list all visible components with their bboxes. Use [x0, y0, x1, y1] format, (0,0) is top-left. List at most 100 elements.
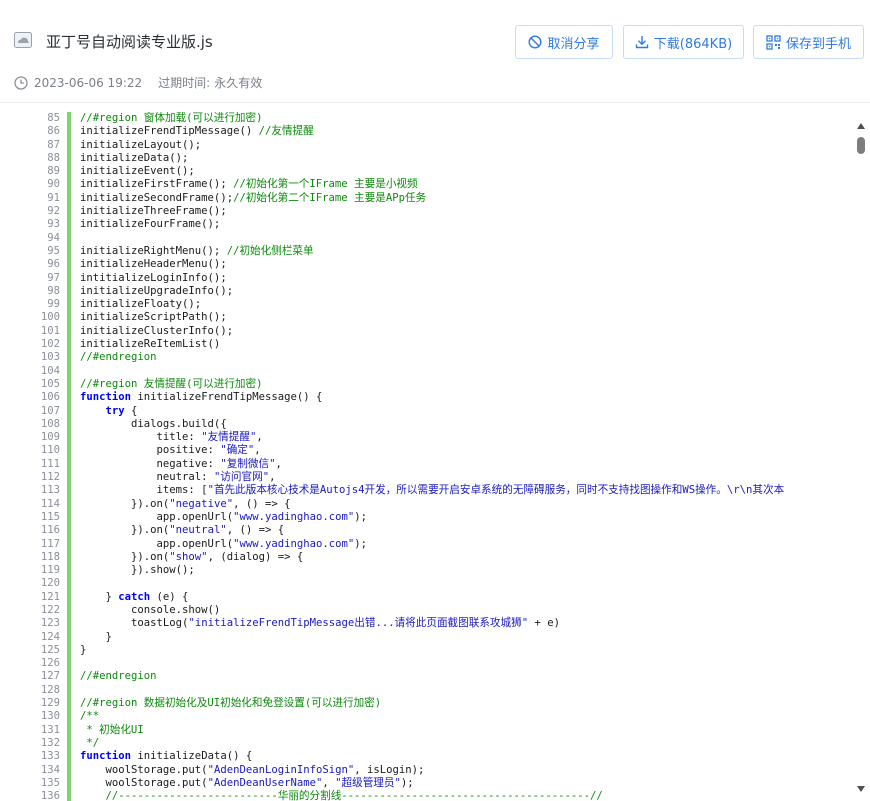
change-marker: [67, 497, 71, 511]
code-text: //#region 窗体加载(可以进行加密): [80, 112, 263, 124]
code-text: */: [80, 736, 100, 749]
change-marker: [67, 324, 71, 339]
line-number: 107: [40, 404, 60, 417]
change-marker: [67, 603, 71, 618]
code-line: 122 console.show(): [5, 603, 851, 618]
code-line: 106 function initializeFrendTipMessage() …: [5, 391, 851, 405]
code-line: 102 initializeReItemList(): [5, 338, 851, 352]
change-marker: [67, 723, 71, 737]
line-number: 90: [47, 178, 60, 191]
code-line: 112 neutral: "访问官网",: [5, 471, 851, 485]
cancel-share-button[interactable]: 取消分享: [515, 25, 613, 59]
change-marker: [67, 750, 71, 764]
code-line: 129 //#region 数据初始化及UI初始化和免登设置(可以进行加密): [5, 697, 851, 711]
file-header: 亚丁号自动阅读专业版.js 2023-06-06 19:22 过期时间: 永久有…: [0, 0, 870, 103]
code-line: 115 app.openUrl("www.yadinghao.com");: [5, 510, 851, 525]
change-marker: [67, 351, 71, 365]
scroll-up-arrow-icon[interactable]: [857, 123, 865, 129]
change-marker: [67, 284, 71, 299]
line-number: 93: [47, 218, 60, 231]
line-number: 119: [40, 564, 60, 577]
line-number: 117: [40, 537, 60, 550]
change-marker: [67, 457, 71, 472]
line-number: 113: [40, 484, 60, 497]
code-text: initializeFrendTipMessage() //友情提醒: [80, 125, 314, 138]
code-line: 127 //#endregion: [5, 670, 851, 684]
line-number: 121: [40, 590, 60, 603]
download-button[interactable]: 下载(864KB): [623, 25, 744, 59]
change-marker: [67, 736, 71, 751]
code-text: items: ["首先此版本核心技术是Autojs4开发，所以需要开启安卓系统的…: [80, 484, 785, 497]
line-number: 104: [40, 364, 60, 377]
change-marker: [67, 630, 71, 644]
code-text: intitializeLoginInfo();: [80, 271, 227, 284]
vertical-scrollbar[interactable]: [853, 108, 870, 801]
scrollbar-thumb[interactable]: [857, 137, 865, 154]
line-number: 96: [47, 258, 60, 271]
save-to-phone-button[interactable]: 保存到手机: [753, 25, 864, 59]
qr-code-icon: [766, 34, 781, 50]
scroll-down-arrow-icon[interactable]: [857, 786, 865, 792]
code-line: 109 title: "友情提醒",: [5, 431, 851, 445]
change-marker: [67, 271, 71, 285]
code-line: 98 initializeUpgradeInfo();: [5, 284, 851, 299]
download-icon: [635, 36, 648, 49]
change-marker: [67, 391, 71, 405]
code-line: 97 intitializeLoginInfo();: [5, 271, 851, 285]
change-marker: [67, 231, 71, 245]
clock-icon: [14, 75, 28, 90]
expire-label: 过期时间:: [158, 76, 211, 90]
change-marker: [67, 670, 71, 684]
code-text: }).on("show", (dialog) => {: [80, 550, 304, 563]
code-text: console.show(): [80, 603, 221, 616]
share-date: 2023-06-06 19:22: [34, 75, 143, 90]
line-number: 122: [40, 603, 60, 616]
change-marker: [67, 364, 71, 378]
code-line: 90 initializeFirstFrame(); //初始化第一个IFrame…: [5, 178, 851, 192]
change-marker: [67, 590, 71, 604]
code-text: initializeData();: [80, 151, 189, 164]
line-number: 116: [40, 524, 60, 537]
code-text: //#region 友情提醒(可以进行加密): [80, 377, 263, 390]
line-number: 91: [47, 191, 60, 204]
change-marker: [67, 417, 71, 432]
code-lines: 85 //#region 窗体加载(可以进行加密) 86 initializeFren…: [5, 112, 851, 801]
code-line: 87 initializeLayout();: [5, 138, 851, 152]
code-text: //#endregion: [80, 670, 157, 683]
code-text: try {: [105, 404, 138, 417]
line-number: 85: [47, 112, 60, 124]
code-line: 133 function initializeData() {: [5, 750, 851, 764]
change-marker: [67, 790, 71, 801]
code-line: 113 items: ["首先此版本核心技术是Autojs4开发，所以需要开启安…: [5, 484, 851, 498]
change-marker: [67, 165, 71, 179]
code-text: /**: [80, 710, 100, 723]
change-marker: [67, 298, 71, 312]
code-text: initializeFloaty();: [80, 298, 202, 311]
code-text: initializeClusterInfo();: [80, 324, 234, 337]
change-marker: [67, 404, 71, 418]
file-meta: 2023-06-06 19:22 过期时间: 永久有效: [14, 74, 262, 91]
file-title: 亚丁号自动阅读专业版.js: [46, 33, 213, 51]
line-number: 115: [40, 510, 60, 523]
code-line: 123 toastLog("initializeFrendTipMessage出…: [5, 617, 851, 631]
code-line: 134 woolStorage.put("AdenDeanLoginInfoSi…: [5, 763, 851, 777]
line-number: 95: [47, 244, 60, 257]
code-text: toastLog("initializeFrendTipMessage出错...…: [80, 617, 560, 630]
code-line: 94: [5, 231, 851, 245]
code-line: 101 initializeClusterInfo();: [5, 324, 851, 339]
code-viewer[interactable]: 85 //#region 窗体加载(可以进行加密) 86 initializeFren…: [5, 108, 870, 801]
change-marker: [67, 683, 71, 698]
code-text: initializeFirstFrame(); //初始化第一个IFrame 主…: [80, 178, 418, 191]
line-number: 105: [40, 377, 60, 390]
code-text: negative: "复制微信",: [80, 457, 282, 470]
code-line: 110 positive: "确定",: [5, 444, 851, 458]
change-marker: [67, 431, 71, 445]
line-number: 133: [40, 750, 60, 763]
code-text: }).on("neutral", () => {: [80, 524, 285, 537]
line-number: 101: [40, 324, 60, 337]
cancel-share-label: 取消分享: [547, 36, 600, 52]
code-text: }: [80, 630, 112, 643]
change-marker: [67, 191, 71, 206]
change-marker: [67, 697, 71, 711]
code-line: 95 initializeRightMenu(); //初始化侧栏菜单: [5, 244, 851, 259]
